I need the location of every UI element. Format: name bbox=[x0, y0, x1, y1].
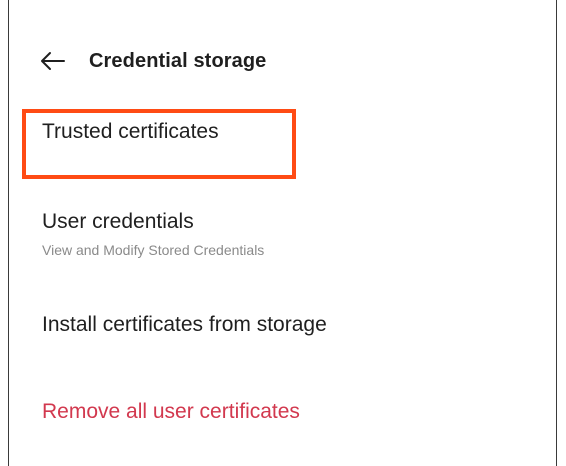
install-certificates-item[interactable]: Install certificates from storage bbox=[42, 313, 327, 337]
remove-user-certificates-label: Remove all user certificates bbox=[42, 400, 300, 423]
app-bar: Credential storage bbox=[39, 38, 266, 84]
arrow-left-icon bbox=[41, 52, 65, 70]
remove-user-certificates-item[interactable]: Remove all user certificates bbox=[42, 400, 300, 424]
trusted-certificates-label: Trusted certificates bbox=[42, 120, 219, 143]
user-credentials-label: User credentials bbox=[42, 210, 194, 233]
trusted-certificates-item[interactable]: Trusted certificates bbox=[42, 120, 219, 144]
user-credentials-subtitle: View and Modify Stored Credentials bbox=[42, 242, 265, 258]
settings-screen: Credential storage Trusted certificates … bbox=[8, 0, 557, 466]
back-button[interactable] bbox=[39, 44, 73, 78]
user-credentials-item[interactable]: User credentials View and Modify Stored … bbox=[42, 210, 264, 258]
install-certificates-label: Install certificates from storage bbox=[42, 313, 327, 336]
page-title: Credential storage bbox=[89, 49, 267, 72]
